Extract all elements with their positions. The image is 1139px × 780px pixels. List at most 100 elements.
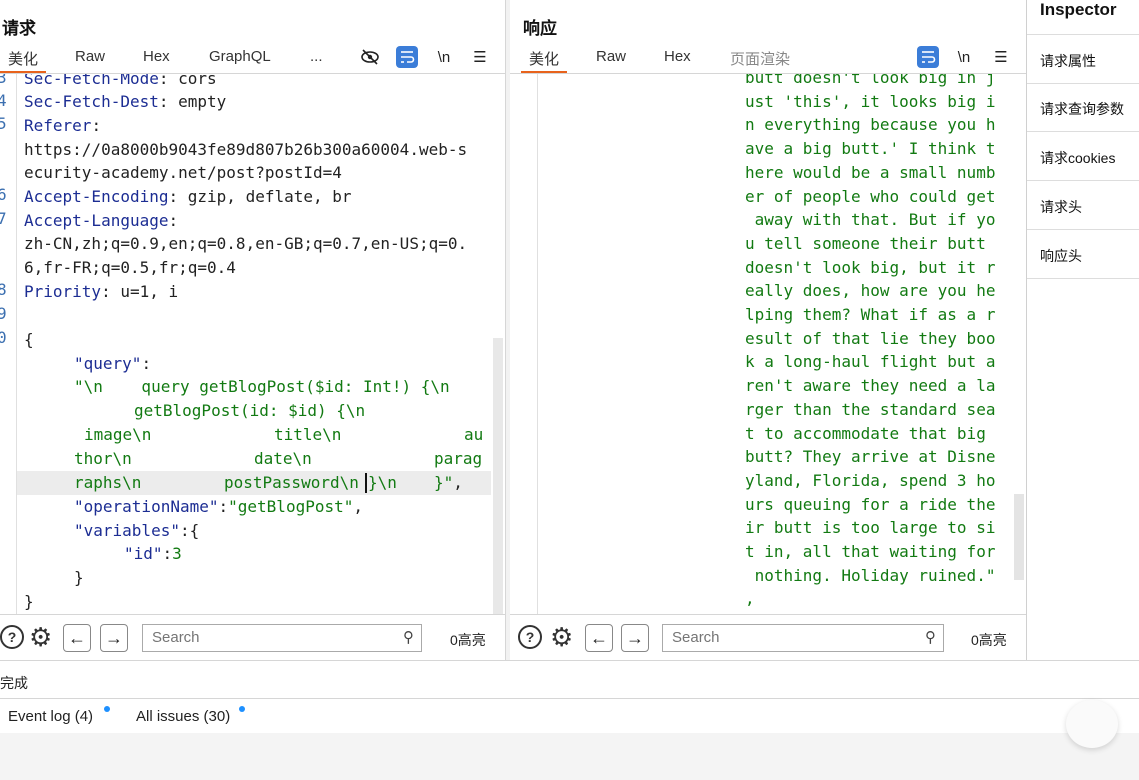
json-id: "id":3 [124, 544, 182, 563]
header-line: Sec-Fetch-Mode: cors [24, 74, 217, 88]
response-tabs: 美化 Raw Hex 页面渲染 [510, 44, 1026, 74]
line-number: 6 [0, 185, 7, 204]
previous-match-button[interactable]: ← [585, 624, 613, 652]
tab-render[interactable]: 页面渲染 [730, 48, 790, 69]
response-text-line: k a long-haul flight but a [745, 352, 996, 372]
wrap-lines-icon[interactable] [396, 46, 418, 68]
json-query-value: image\n [84, 425, 152, 444]
header-value-line: ecurity-academy.net/post?postId=4 [24, 163, 342, 182]
header-value-line: zh-CN,zh;q=0.9,en;q=0.8,en-GB;q=0.7,en-U… [24, 234, 468, 253]
header-value-line: 6,fr-FR;q=0.5,fr;q=0.4 [24, 258, 236, 277]
menu-icon[interactable]: ☰ [990, 46, 1012, 68]
tab-raw[interactable]: Raw [596, 48, 626, 65]
inspector-item-request-headers[interactable]: 请求头 [1027, 181, 1139, 230]
tab-graphql[interactable]: GraphQL [209, 48, 271, 65]
highlight-count: 0高亮 [450, 632, 486, 648]
inspector-item-cookies[interactable]: 请求cookies [1027, 132, 1139, 181]
response-text-line: t to accommodate that big [745, 423, 996, 443]
response-editor[interactable]: butt doesn't look big in j ust 'this', it… [510, 74, 1026, 614]
inspector-title: Inspector [1040, 0, 1117, 19]
response-text-line: n everything because you h [745, 115, 996, 135]
status-text: 完成 [0, 675, 28, 691]
inspector-item-label: 请求查询参数 [1040, 101, 1124, 117]
help-icon[interactable]: ? [0, 625, 24, 649]
json-close-brace: } [24, 592, 34, 611]
tab-hex[interactable]: Hex [143, 48, 170, 65]
response-search-input[interactable] [670, 628, 904, 647]
tab-hex[interactable]: Hex [664, 48, 691, 65]
response-text-line: u tell someone their butt [745, 233, 996, 253]
response-text-line: butt? They arrive at Disne [745, 447, 996, 467]
inspector-item-label: 请求属性 [1040, 53, 1096, 69]
tab-more[interactable]: ... [310, 48, 323, 65]
response-text-line: urs queuing for a ride the [745, 494, 996, 514]
response-text-line: doesn't look big, but it r [745, 257, 996, 277]
show-newlines-icon[interactable]: \n [953, 46, 975, 68]
floating-action-button[interactable] [1066, 700, 1118, 748]
inspector-item-label: 响应头 [1040, 248, 1082, 264]
json-variables-close: } [74, 568, 84, 587]
gutter-border [537, 74, 538, 614]
response-text-line: ren't aware they need a la [745, 376, 996, 396]
json-query-value: thor\n [74, 449, 132, 468]
json-query-value: date\n [254, 449, 312, 468]
header-line: Priority: u=1, i [24, 282, 179, 301]
inspector-panel: Inspector 请求属性 请求查询参数 请求cookies 请求头 响应头 [1026, 0, 1139, 660]
menu-icon[interactable]: ☰ [469, 46, 491, 68]
line-number: 0 [0, 328, 7, 347]
response-search-input-box[interactable]: ⚲ [662, 624, 944, 652]
show-newlines-icon[interactable]: \n [433, 46, 455, 68]
all-issues-link[interactable]: All issues (30) [136, 708, 230, 725]
event-log-notification-dot [104, 706, 110, 712]
response-scrollbar[interactable] [1014, 494, 1024, 580]
response-text-line: nothing. Holiday ruined." [745, 565, 996, 585]
line-number: 3 [0, 74, 7, 87]
issues-notification-dot [239, 706, 245, 712]
header-line: Referer: [24, 116, 102, 135]
request-search-bar: ? ⚙ ← → ⚲ 0高亮 [0, 614, 505, 660]
request-scrollbar[interactable] [493, 338, 503, 614]
tab-pretty[interactable]: 美化 [520, 48, 568, 73]
search-icon: ⚲ [403, 629, 414, 646]
request-tabs: 美化 Raw Hex GraphQL ... [0, 44, 505, 74]
json-query-value: raphs\n [74, 473, 142, 492]
wrap-lines-icon[interactable] [917, 46, 939, 68]
highlight-count: 0高亮 [971, 632, 1007, 648]
next-match-button[interactable]: → [621, 624, 649, 652]
tab-pretty[interactable]: 美化 [0, 48, 47, 73]
json-operation-name: "operationName":"getBlogPost", [74, 497, 364, 516]
inspector-item-query-params[interactable]: 请求查询参数 [1027, 83, 1139, 132]
request-search-input[interactable] [150, 628, 384, 647]
settings-gear-icon[interactable]: ⚙ [550, 623, 573, 651]
response-text-line: ir butt is too large to si [745, 518, 996, 538]
settings-gear-icon[interactable]: ⚙ [29, 623, 52, 651]
request-editor[interactable]: 3 4 5 6 7 8 9 0 Sec-Fetch-Mode: cors Sec… [0, 74, 505, 614]
response-text-line: ave a big butt.' I think t [745, 139, 996, 159]
response-pane: 响应 美化 Raw Hex 页面渲染 \n ☰ butt doesn't loo… [510, 0, 1026, 660]
hide-nonprintable-icon[interactable] [359, 46, 381, 68]
json-query-value: getBlogPost(id: $id) {\n [134, 401, 366, 420]
request-search-input-box[interactable]: ⚲ [142, 624, 422, 652]
inspector-item-response-headers[interactable]: 响应头 [1027, 230, 1139, 279]
event-log-link[interactable]: Event log (4) [8, 708, 93, 725]
response-text-line: lping them? What if as a r [745, 305, 996, 324]
response-search-bar: ? ⚙ ← → ⚲ 0高亮 [510, 614, 1026, 660]
header-line: Accept-Language: [24, 211, 179, 230]
inspector-item-label: 请求头 [1040, 199, 1082, 215]
tab-raw[interactable]: Raw [75, 48, 105, 65]
line-number-gutter: 3 4 5 6 7 8 9 0 [0, 74, 17, 614]
response-text-line: esult of that lie they boo [745, 328, 996, 348]
request-pane: 请求 美化 Raw Hex GraphQL ... \n ☰ 3 4 5 6 7… [0, 0, 505, 660]
response-text-line: yland, Florida, spend 3 ho [745, 470, 996, 490]
footer-area [0, 733, 1139, 780]
help-icon[interactable]: ? [518, 625, 542, 649]
next-match-button[interactable]: → [100, 624, 128, 652]
inspector-item-request-attributes[interactable]: 请求属性 [1027, 34, 1139, 84]
json-query-value: au [464, 425, 484, 444]
response-title: 响应 [523, 19, 557, 38]
response-text-line: ust 'this', it looks big i [745, 91, 996, 111]
previous-match-button[interactable]: ← [63, 624, 91, 652]
json-query-value: title\n [274, 425, 342, 444]
json-query-value: postPassword\n [224, 473, 359, 492]
header-line: Accept-Encoding: gzip, deflate, br [24, 187, 352, 206]
